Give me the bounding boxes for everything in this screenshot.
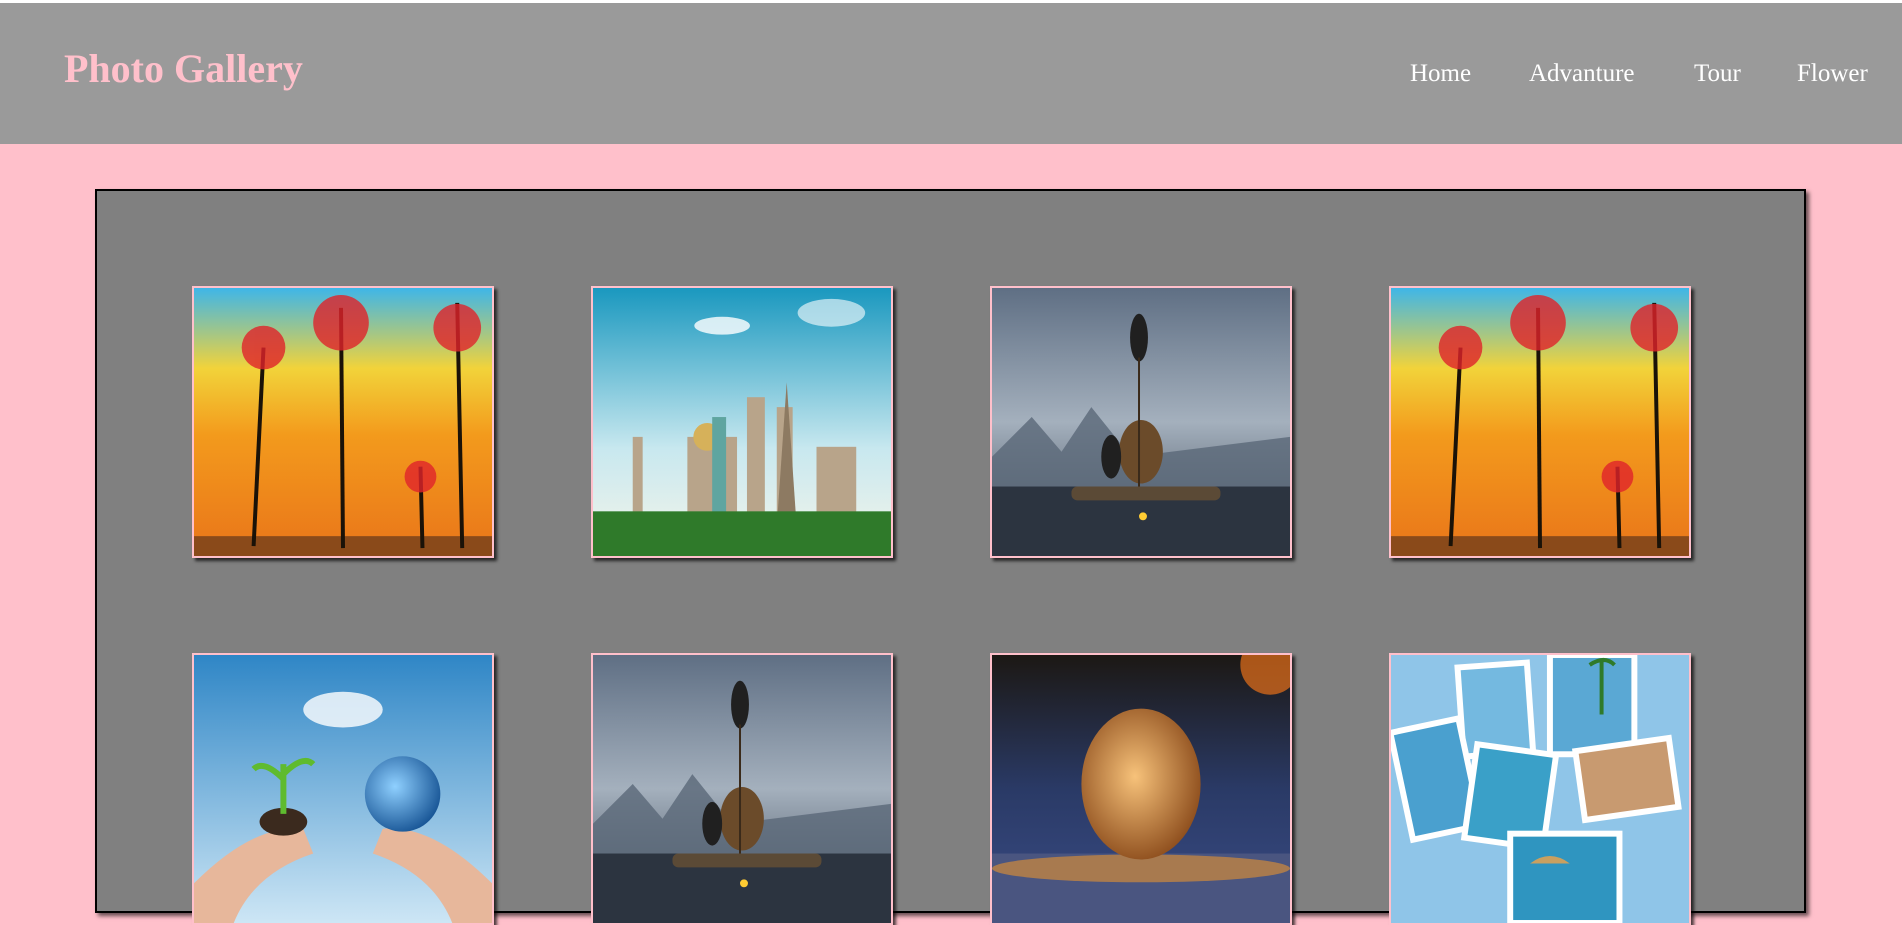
main-nav: Home Advanture Tour Flower — [0, 61, 1902, 91]
gallery-image-frozen-bubble[interactable] — [990, 653, 1292, 925]
nav-advanture-link[interactable]: Advanture — [1529, 61, 1635, 86]
nav-flower-link[interactable]: Flower — [1797, 61, 1868, 86]
gallery-image-world-landmarks[interactable] — [591, 286, 893, 558]
gallery-image-autumn-trees-2[interactable] — [1389, 286, 1691, 558]
nav-tour-link[interactable]: Tour — [1694, 61, 1741, 86]
gallery-image-autumn-trees[interactable] — [192, 286, 494, 558]
gallery-image-fisherman-raft[interactable] — [990, 286, 1292, 558]
gallery-image-fisherman-raft-2[interactable] — [591, 653, 893, 925]
site-header: Photo Gallery Home Advanture Tour Flower — [0, 3, 1902, 144]
nav-home-link[interactable]: Home — [1410, 61, 1471, 86]
gallery-image-beach-collage[interactable] — [1389, 653, 1691, 925]
gallery-image-hands-earth[interactable] — [192, 653, 494, 925]
gallery-panel — [95, 189, 1806, 925]
